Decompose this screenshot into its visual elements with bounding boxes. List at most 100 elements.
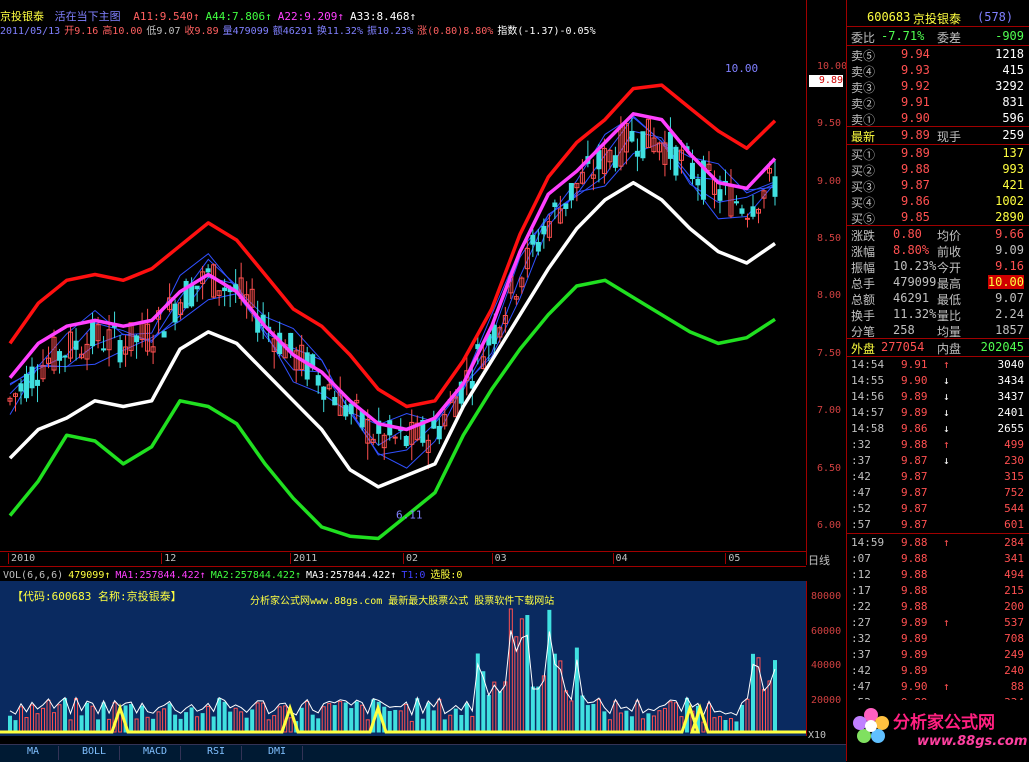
quote-row: 14:55 9.90 ↓ 3434 xyxy=(847,373,1029,389)
volume-header-item: MA3:257844.422↑ xyxy=(306,570,397,581)
tick-price: 9.87 xyxy=(901,454,928,467)
volume-bar xyxy=(525,615,530,733)
volume-bar xyxy=(398,710,403,733)
current-price-tag: 9.89 xyxy=(809,74,843,87)
volume-bar xyxy=(211,716,216,733)
stat-value: 9.16 xyxy=(995,259,1024,273)
candle-body xyxy=(563,203,569,209)
volume-bar xyxy=(657,710,662,733)
candle-body xyxy=(161,331,167,338)
volume-bar xyxy=(464,703,469,733)
tick-volume: 537 xyxy=(1004,616,1024,629)
quote-row: 委比 -7.71% 委差 -909 xyxy=(847,28,1029,45)
sell-volume: 3292 xyxy=(995,79,1024,93)
sell-volume: 831 xyxy=(1002,95,1024,109)
tick-time: :42 xyxy=(851,664,871,677)
banner-code: 【代码:600683 名称:京投银泰】 xyxy=(12,590,182,603)
stat-value: 258 xyxy=(893,323,915,337)
tick-time: 14:57 xyxy=(851,406,885,419)
volume-scale: X10 xyxy=(808,730,827,741)
volume-bar xyxy=(442,719,447,733)
envelope-line xyxy=(9,115,776,426)
volume-bar xyxy=(393,709,398,733)
tab-boll[interactable]: BOLL xyxy=(69,746,120,760)
candle-body xyxy=(689,162,695,180)
candle-body xyxy=(431,419,437,429)
tick-price: 9.88 xyxy=(901,552,928,565)
candle-body xyxy=(194,285,200,290)
tab-rsi[interactable]: RSI xyxy=(191,746,242,760)
candle-body xyxy=(530,234,536,245)
tick-price: 9.89 xyxy=(901,648,928,661)
volume-bar xyxy=(360,704,365,733)
candle-body xyxy=(491,324,497,344)
volume-bar xyxy=(651,715,656,733)
xianshou-label: 现手 xyxy=(937,130,962,144)
candle-body xyxy=(35,379,41,386)
tab-dmi[interactable]: DMI xyxy=(252,746,303,760)
stat-value: 10.23% xyxy=(893,259,937,273)
tick-time: :37 xyxy=(851,648,871,661)
volume-header-item: MA2:257844.422↑ xyxy=(210,570,301,581)
tick-time: :22 xyxy=(851,600,871,613)
quote-row: 分笔 258 均量 1857 xyxy=(847,322,1029,339)
tick-price: 9.88 xyxy=(901,438,928,451)
candle-body xyxy=(222,287,228,292)
volume-bar xyxy=(52,712,57,733)
volume-bar xyxy=(767,680,772,733)
volume-bar xyxy=(332,705,337,733)
price-axis: 10.00 9.50 9.00 8.50 8.00 7.50 7.00 6.50 6.00 9.8… xyxy=(806,0,847,565)
volume-bar xyxy=(90,705,95,733)
quote-row: 涨跌 0.80 均价 9.66 xyxy=(847,226,1029,243)
stat-value: 479099 xyxy=(893,275,937,289)
quote-row: :22 9.88 200 xyxy=(847,599,1029,615)
tick-volume: 230 xyxy=(1004,454,1024,467)
tab-macd[interactable]: MACD xyxy=(130,746,181,760)
sell-volume: 596 xyxy=(1002,111,1024,125)
quote-row: 涨幅 8.80% 前收 9.09 xyxy=(847,242,1029,259)
volume-bar xyxy=(173,714,178,733)
volume-bar xyxy=(68,719,73,733)
tab-ma[interactable]: MA xyxy=(8,746,59,760)
volume-bar xyxy=(156,711,161,733)
volume-bar xyxy=(233,707,238,733)
low-label: 6.11 xyxy=(396,508,423,521)
sell-volume: 415 xyxy=(1002,63,1024,77)
banner-site: 分析家公式网www.88gs.com 最新最大股票公式 股票软件下载网站 xyxy=(250,596,555,607)
tick-time: 14:55 xyxy=(851,374,885,387)
tick-arrow: ↓ xyxy=(943,454,950,467)
band-line-a11 xyxy=(8,83,777,409)
tick-price: 9.87 xyxy=(901,502,928,515)
volume-bar xyxy=(431,710,436,733)
tick-time: :27 xyxy=(851,616,871,629)
quote-row: 买④ 9.86 1002 xyxy=(847,193,1029,210)
candle-body xyxy=(315,375,321,386)
tick-arrow: ↑ xyxy=(943,358,950,371)
tick-time: 14:58 xyxy=(851,422,885,435)
neipan-label: 内盘 xyxy=(937,342,962,356)
latest-label: 最新 xyxy=(851,130,876,144)
tick-time: :17 xyxy=(851,584,871,597)
quote-row: 卖② 9.91 831 xyxy=(847,94,1029,111)
volume-bar xyxy=(57,704,62,733)
tick-time: 14:59 xyxy=(851,536,885,549)
sell-price: 9.93 xyxy=(901,63,930,77)
volume-bar xyxy=(310,714,315,733)
tick-time: :52 xyxy=(851,502,871,515)
quote-row: :42 9.89 240 xyxy=(847,663,1029,679)
tick-price: 9.88 xyxy=(901,568,928,581)
tick-price: 9.88 xyxy=(901,584,928,597)
main-price-chart[interactable]: 10.00 6.11 xyxy=(0,22,806,550)
buy-price: 9.88 xyxy=(901,162,930,176)
tick-price: 9.88 xyxy=(901,600,928,613)
volume-bar xyxy=(338,701,343,733)
volume-bar xyxy=(8,715,12,733)
neipan-value: 202045 xyxy=(980,340,1024,354)
volume-bar xyxy=(437,698,442,733)
volume-bar xyxy=(277,706,282,733)
date-tick: 04 xyxy=(612,553,628,564)
tick-arrow: ↓ xyxy=(943,390,950,403)
volume-header-item: T1:0 xyxy=(401,570,426,581)
candle-body xyxy=(739,208,745,214)
volume-bar xyxy=(519,618,524,733)
